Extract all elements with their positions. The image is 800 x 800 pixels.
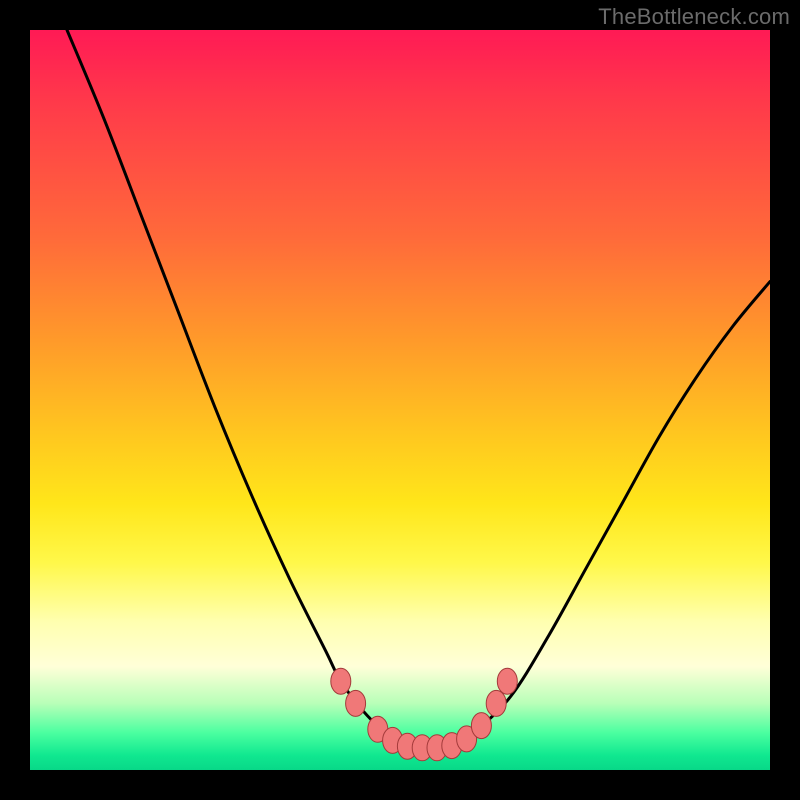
highlight-markers (331, 668, 518, 761)
marker-dot (486, 690, 506, 716)
bottleneck-curve (67, 30, 770, 748)
marker-dot (471, 713, 491, 739)
marker-dot (346, 690, 366, 716)
marker-dot (497, 668, 517, 694)
marker-dot (331, 668, 351, 694)
plot-area (30, 30, 770, 770)
chart-frame: TheBottleneck.com (0, 0, 800, 800)
watermark-text: TheBottleneck.com (598, 4, 790, 30)
curve-layer (30, 30, 770, 770)
